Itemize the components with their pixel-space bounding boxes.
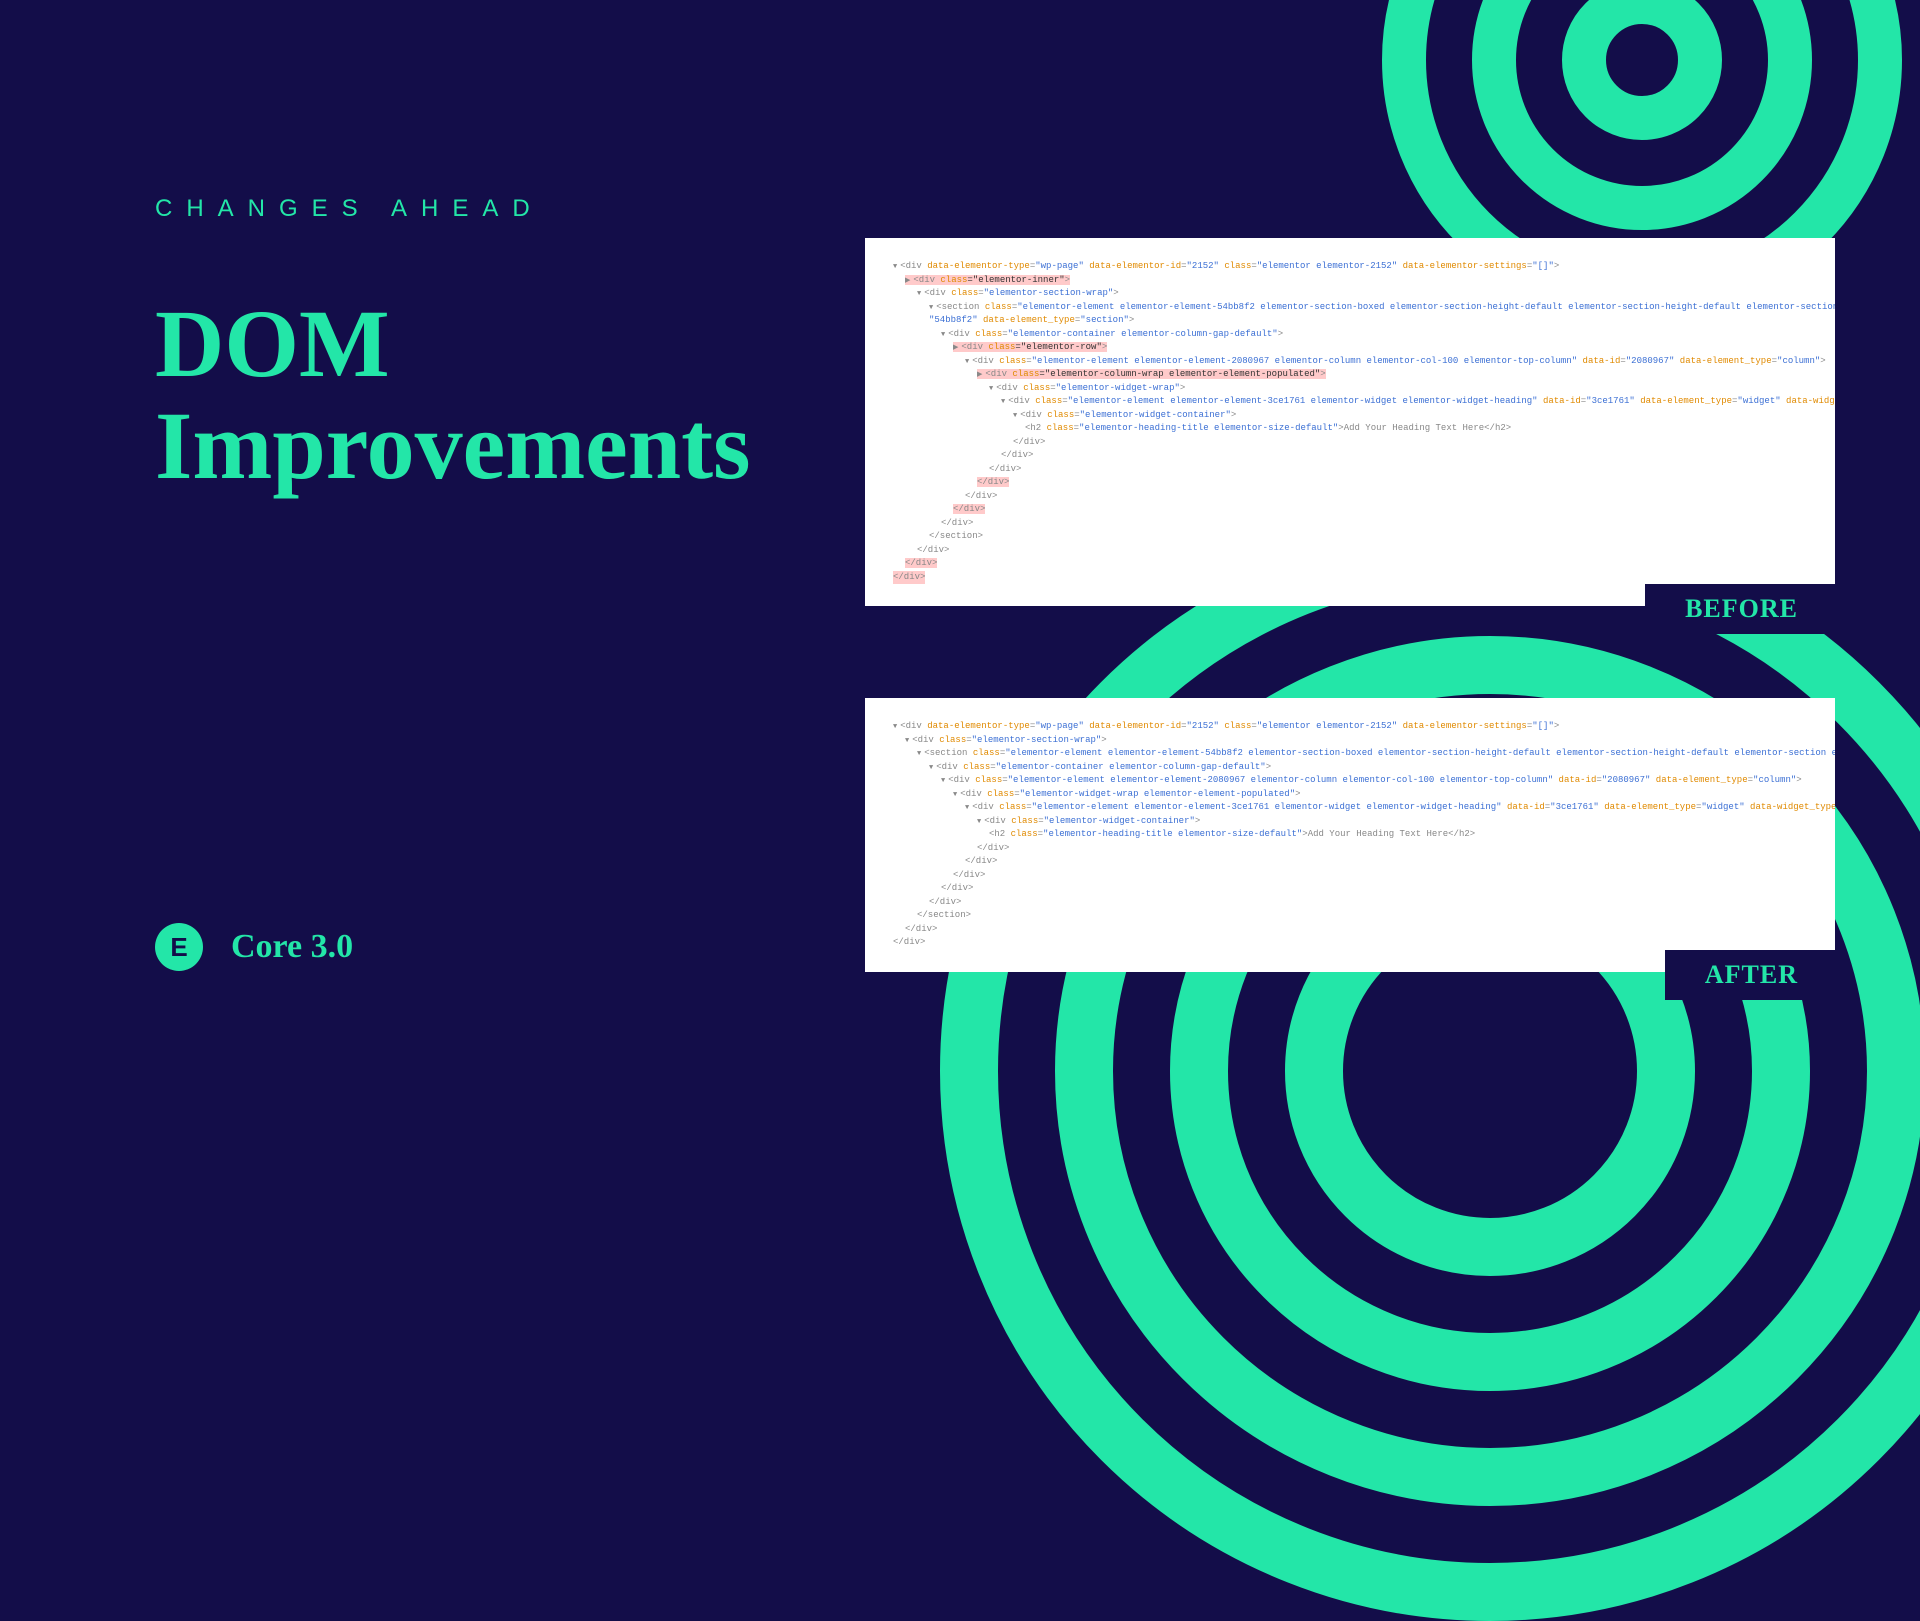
code-panel-before: <div data-elementor-type="wp-page" data-… [865,238,1835,606]
page-title: DOMImprovements [155,293,751,497]
code-panel-after: <div data-elementor-type="wp-page" data-… [865,698,1835,972]
eyebrow-text: CHANGES AHEAD [155,195,751,223]
version-label: Core 3.0 [231,928,353,966]
after-label: AFTER [1665,950,1838,1000]
before-label: BEFORE [1645,584,1838,634]
elementor-logo-icon: E [155,923,203,971]
